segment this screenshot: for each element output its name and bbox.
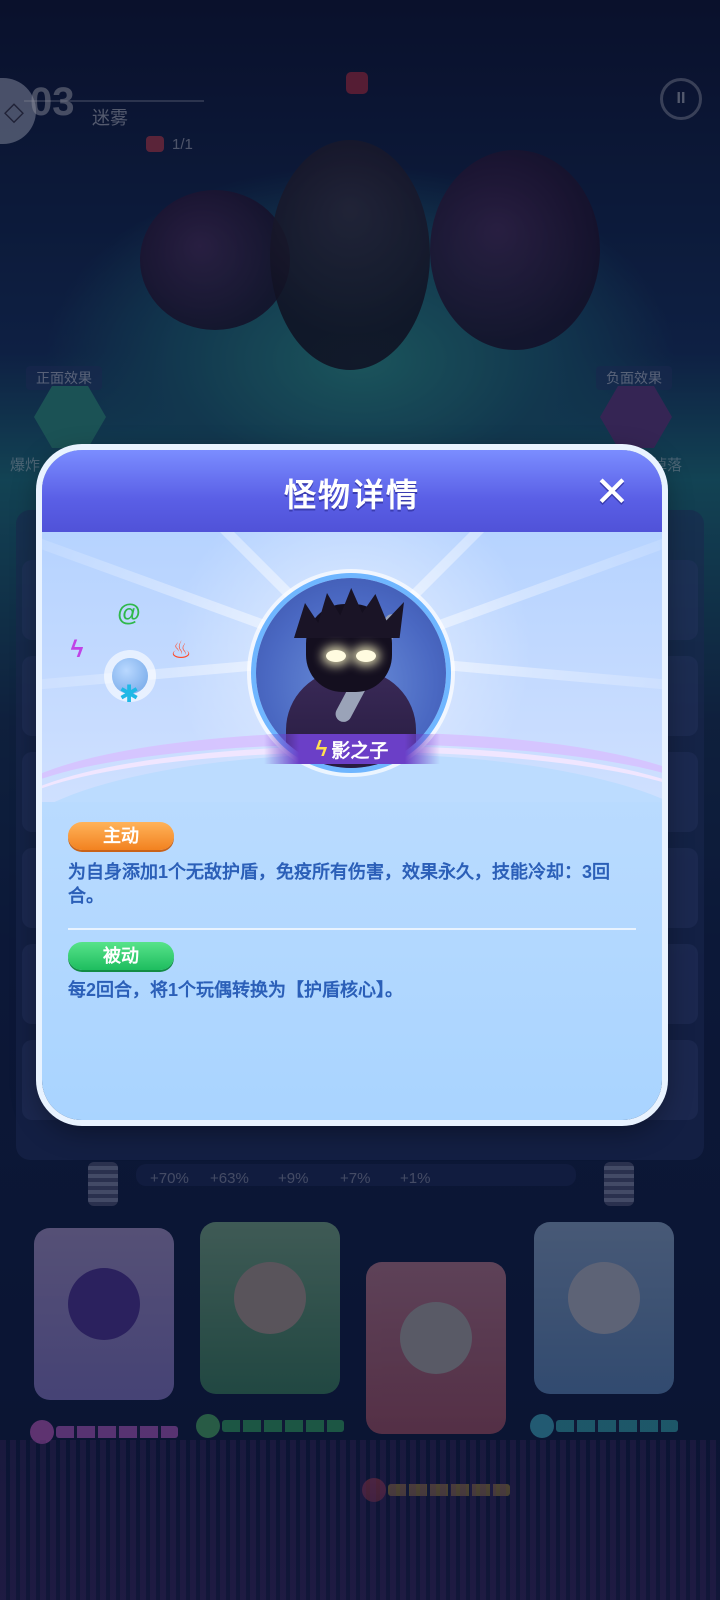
fire-icon: ♨ <box>170 637 192 664</box>
modal-header: 怪物详情 ✕ <box>42 450 662 532</box>
lightning-icon: ϟ <box>315 736 328 761</box>
monster-portrait-area: @ ϟ ♨ ✱ ϟ 影之子 <box>42 532 662 802</box>
wind-swirl-icon: @ <box>117 600 141 627</box>
monster-detail-modal: 怪物详情 ✕ @ ϟ ♨ ✱ ϟ 影之子 主动 为自身添加1个无敌护盾，免疫所有… <box>42 450 662 1120</box>
active-skill-desc: 为自身添加1个无敌护盾，免疫所有伤害，效果永久，技能冷却：3回合。 <box>68 862 611 906</box>
ice-icon: ✱ <box>118 681 140 708</box>
skill-section: 主动 为自身添加1个无敌护盾，免疫所有伤害，效果永久，技能冷却：3回合。 被动 … <box>42 802 662 1120</box>
skill-divider <box>68 928 636 930</box>
passive-skill-desc: 每2回合，将1个玩偶转换为【护盾核心】。 <box>68 980 404 1000</box>
lightning-icon: ϟ <box>70 636 84 663</box>
monster-eye <box>356 650 376 662</box>
close-button[interactable]: ✕ <box>590 470 634 514</box>
monster-hair <box>294 588 404 638</box>
modal-title: 怪物详情 <box>283 477 420 513</box>
monster-eye <box>326 650 346 662</box>
monster-name-banner: ϟ 影之子 <box>264 734 440 764</box>
monster-name: 影之子 <box>331 740 389 762</box>
active-skill-tag: 主动 <box>68 822 174 850</box>
passive-skill-tag: 被动 <box>68 942 174 970</box>
element-wheel: @ ϟ ♨ ✱ <box>68 600 198 734</box>
